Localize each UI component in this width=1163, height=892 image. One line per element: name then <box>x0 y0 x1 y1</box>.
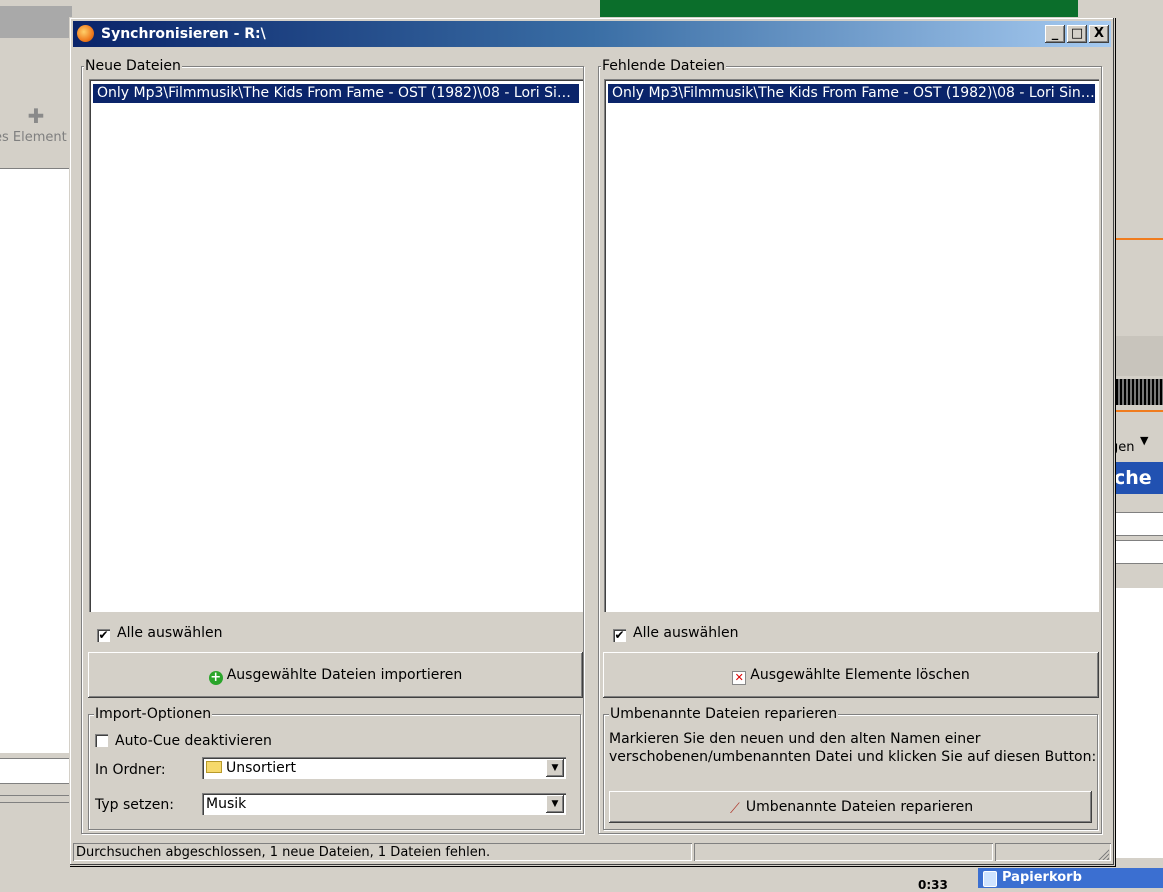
list-item[interactable]: Only Mp3\Filmmusik\The Kids From Fame - … <box>93 84 579 103</box>
maximize-button[interactable]: □ <box>1067 25 1087 43</box>
folder-select[interactable]: Unsortiert ▼ <box>202 757 566 779</box>
red-x-icon: ✕ <box>732 671 747 685</box>
background-accent-line <box>1110 410 1163 412</box>
resize-grip-icon[interactable] <box>1097 848 1109 860</box>
taskbar-item-label: Papierkorb <box>1002 870 1082 885</box>
auto-cue-checkbox[interactable] <box>95 734 108 747</box>
app-icon <box>77 25 94 42</box>
new-files-group-label: Neue Dateien <box>84 57 182 75</box>
background-list-pane <box>0 168 70 753</box>
background-divider <box>0 802 70 803</box>
close-button[interactable]: X <box>1089 25 1109 43</box>
chevron-down-icon[interactable]: ▼ <box>546 759 564 777</box>
status-pane <box>694 843 993 861</box>
folder-label: In Ordner: <box>95 762 166 778</box>
auto-cue-option[interactable]: Auto-Cue deaktivieren <box>95 733 272 749</box>
minimize-button[interactable]: _ <box>1045 25 1065 43</box>
background-app-right: gen ▼ che <box>1110 18 1163 888</box>
background-input[interactable] <box>1110 512 1163 536</box>
taskbar-clock: 0:33 <box>918 878 948 892</box>
repair-description: Markieren Sie den neuen und den alten Na… <box>609 731 981 747</box>
missing-files-select-all[interactable]: ✔ Alle auswählen <box>613 625 738 642</box>
import-options-group: Import-Optionen Auto-Cue deaktivieren In… <box>88 705 581 830</box>
repair-description: verschobenen/umbenannten Datei und klick… <box>609 749 1097 765</box>
background-input[interactable] <box>0 758 71 784</box>
chevron-down-icon[interactable]: ▼ <box>546 795 564 813</box>
status-text: Durchsuchen abgeschlossen, 1 neue Dateie… <box>73 843 692 861</box>
auto-cue-label: Auto-Cue deaktivieren <box>115 733 272 749</box>
status-pane <box>995 843 1111 861</box>
taskbar-item-recycle-bin[interactable]: Papierkorb <box>978 868 1163 888</box>
background-toolbar <box>0 0 72 38</box>
background-pane <box>1110 588 1163 858</box>
background-search-header: che <box>1110 462 1163 494</box>
background-divider <box>0 795 70 796</box>
recycle-bin-icon <box>983 871 997 887</box>
import-selected-button[interactable]: + Ausgewählte Dateien importieren <box>88 652 583 698</box>
background-add-element-button[interactable]: ✚ es Element <box>0 104 72 154</box>
import-selected-label: Ausgewählte Dateien importieren <box>226 667 463 683</box>
select-all-label: Alle auswählen <box>633 625 739 641</box>
select-all-checkbox[interactable]: ✔ <box>613 629 626 642</box>
import-options-group-label: Import-Optionen <box>94 705 213 723</box>
repair-renamed-files-button[interactable]: ⟋ Umbenannte Dateien reparieren <box>609 791 1092 823</box>
background-level-meter <box>1116 379 1163 405</box>
dialog-title: Synchronisieren - R:\ <box>101 26 266 42</box>
repair-group: Umbenannte Dateien reparieren Markieren … <box>603 705 1098 830</box>
type-select[interactable]: Musik ▼ <box>202 793 566 815</box>
wrench-icon: ⟋ <box>730 801 740 817</box>
delete-selected-button[interactable]: ✕ Ausgewählte Elemente löschen <box>603 652 1099 698</box>
plus-icon: ✚ <box>27 104 45 128</box>
dropdown-arrow-icon[interactable]: ▼ <box>1140 434 1148 447</box>
background-app-left: ✚ es Element <box>0 0 72 888</box>
sync-dialog: Synchronisieren - R:\ _ □ X Neue Dateien… <box>69 17 1115 866</box>
status-bar: Durchsuchen abgeschlossen, 1 neue Dateie… <box>73 843 1111 862</box>
folder-icon <box>206 761 222 773</box>
background-accent-line <box>1110 238 1163 240</box>
repair-button-label: Umbenannte Dateien reparieren <box>745 799 974 815</box>
select-all-label: Alle auswählen <box>117 625 223 641</box>
list-item[interactable]: Only Mp3\Filmmusik\The Kids From Fame - … <box>608 84 1095 103</box>
folder-value: Unsortiert <box>226 760 296 776</box>
background-panel <box>1110 336 1163 376</box>
dialog-titlebar[interactable]: Synchronisieren - R:\ _ □ X <box>73 21 1111 47</box>
repair-group-label: Umbenannte Dateien reparieren <box>609 705 839 723</box>
type-label: Typ setzen: <box>95 797 174 813</box>
new-files-select-all[interactable]: ✔ Alle auswählen <box>97 625 222 642</box>
type-value: Musik <box>206 796 247 812</box>
missing-files-group-label: Fehlende Dateien <box>601 57 726 75</box>
missing-files-list[interactable]: Only Mp3\Filmmusik\The Kids From Fame - … <box>604 79 1099 612</box>
background-input[interactable] <box>1110 540 1163 564</box>
background-add-element-label: es Element <box>0 130 67 145</box>
select-all-checkbox[interactable]: ✔ <box>97 629 110 642</box>
green-plus-icon: + <box>208 670 223 685</box>
new-files-list[interactable]: Only Mp3\Filmmusik\The Kids From Fame - … <box>89 79 583 612</box>
delete-selected-label: Ausgewählte Elemente löschen <box>750 667 970 683</box>
